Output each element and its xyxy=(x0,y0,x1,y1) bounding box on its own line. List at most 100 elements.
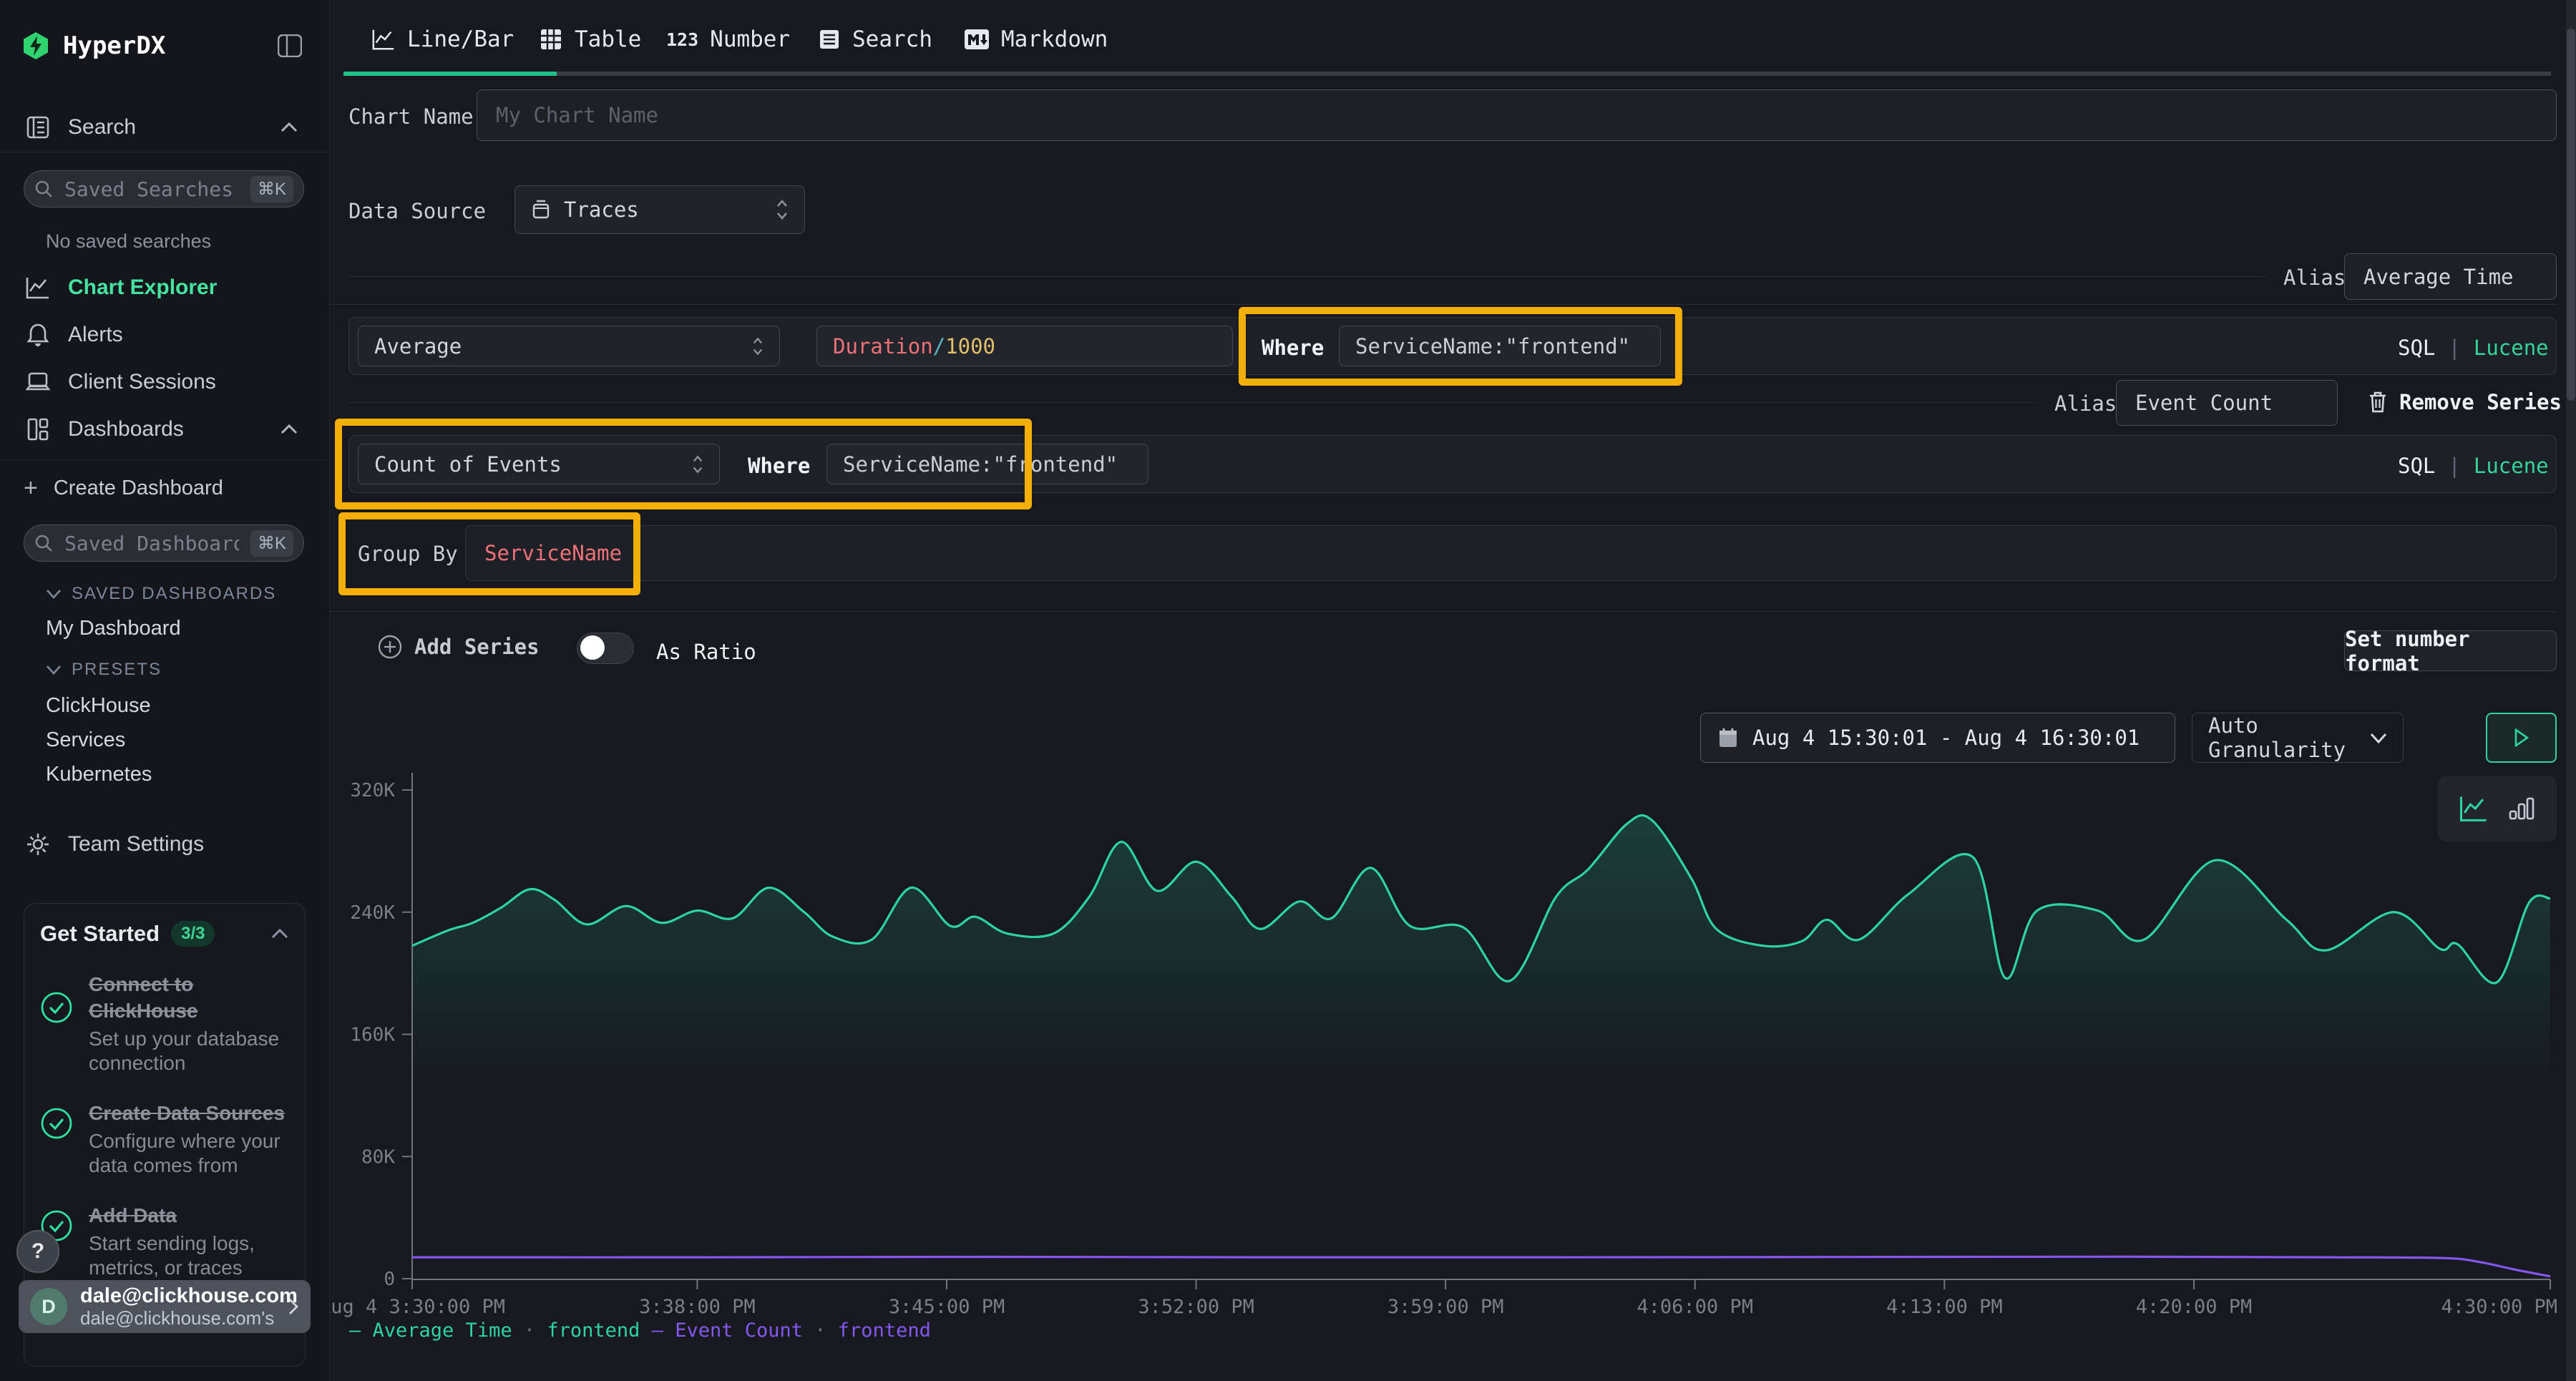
tab-line-bar[interactable]: Line/Bar xyxy=(371,21,514,57)
sql-option[interactable]: SQL xyxy=(2398,336,2435,360)
presets-group[interactable]: PRESETS xyxy=(46,660,162,680)
sql-option[interactable]: SQL xyxy=(2398,454,2435,478)
active-tab-indicator xyxy=(343,72,557,76)
laptop-icon xyxy=(24,371,52,394)
tab-label: Search xyxy=(852,26,932,52)
tab-table[interactable]: Table xyxy=(539,21,641,57)
where-value: ServiceName:"frontend" xyxy=(1355,334,1630,358)
trash-icon xyxy=(2368,391,2388,414)
svg-text:4:20:00 PM: 4:20:00 PM xyxy=(2136,1296,2253,1318)
collapse-sidebar-icon[interactable] xyxy=(278,34,302,57)
svg-text:3:38:00 PM: 3:38:00 PM xyxy=(639,1296,756,1318)
svg-text:0: 0 xyxy=(384,1269,395,1290)
alias-input-2[interactable] xyxy=(2134,390,2320,416)
alias-input-2-wrap xyxy=(2116,380,2338,426)
dashboards-icon xyxy=(24,417,52,441)
step-title: Add Data xyxy=(89,1202,296,1229)
set-number-format-button[interactable]: Set number format xyxy=(2344,630,2557,671)
saved-searches-input[interactable]: ⌘K xyxy=(24,170,304,208)
step-desc: Configure where your data comes from xyxy=(89,1129,296,1178)
lucene-option[interactable]: Lucene xyxy=(2474,336,2549,360)
divider: | xyxy=(2448,454,2460,478)
chevron-up-icon[interactable] xyxy=(280,122,298,133)
sidebar-section-search[interactable]: Search xyxy=(24,107,306,147)
series-2-where-label: Where xyxy=(748,454,810,478)
series-2-where-input[interactable]: ServiceName:"frontend" xyxy=(826,444,1148,484)
get-started-step[interactable]: Add Data Start sending logs, metrics, or… xyxy=(40,1202,289,1280)
chevron-down-icon xyxy=(46,589,62,599)
group-label: PRESETS xyxy=(72,660,162,680)
get-started-title: Get Started xyxy=(40,921,160,947)
svg-text:3:59:00 PM: 3:59:00 PM xyxy=(1387,1296,1504,1318)
alias-label-1: Alias xyxy=(2283,265,2346,290)
series-1-where-input[interactable]: ServiceName:"frontend" xyxy=(1339,326,1661,366)
svg-text:80K: 80K xyxy=(361,1146,395,1168)
data-source-select[interactable]: Traces xyxy=(514,185,805,234)
svg-text:3:52:00 PM: 3:52:00 PM xyxy=(1138,1296,1254,1318)
series-1-field-input[interactable]: Duration/1000 xyxy=(816,326,1233,366)
saved-searches-field[interactable] xyxy=(63,177,240,202)
lucene-option[interactable]: Lucene xyxy=(2474,454,2549,478)
sidebar-item-label: Alerts xyxy=(68,323,123,347)
remove-series-button[interactable]: Remove Series xyxy=(2368,390,2562,414)
sidebar-item-dashboards[interactable]: Dashboards xyxy=(24,409,306,449)
group-by-input[interactable]: ServiceName xyxy=(465,525,2557,581)
search-list-icon xyxy=(818,28,841,51)
logo[interactable]: HyperDX xyxy=(21,31,165,60)
tab-markdown[interactable]: Markdown xyxy=(964,21,1108,57)
user-menu[interactable]: D dale@clickhouse.com dale@clickhouse.co… xyxy=(19,1280,311,1333)
chevron-down-icon xyxy=(2370,733,2387,743)
series-2-aggregation-select[interactable]: Count of Events xyxy=(358,444,720,484)
saved-dashboards-group[interactable]: SAVED DASHBOARDS xyxy=(46,584,276,604)
get-started-step[interactable]: Create Data Sources Configure where your… xyxy=(40,1100,289,1178)
get-started-step[interactable]: Connect to ClickHouse Set up your databa… xyxy=(40,971,289,1075)
chevron-down-icon xyxy=(46,665,62,675)
tab-label: Table xyxy=(575,26,641,52)
as-ratio-toggle[interactable] xyxy=(577,633,634,664)
timeseries-chart[interactable]: 080K160K240K320KAug 4 3:30:00 PM3:38:00 … xyxy=(330,744,2567,1381)
sidebar-item-label: Chart Explorer xyxy=(68,275,217,300)
app-title: HyperDX xyxy=(63,31,165,60)
step-title: Connect to ClickHouse xyxy=(89,971,268,1024)
svg-text:3:45:00 PM: 3:45:00 PM xyxy=(889,1296,1005,1318)
sidebar-item-alerts[interactable]: Alerts xyxy=(24,315,306,355)
tab-search[interactable]: Search xyxy=(818,21,932,57)
number-icon: 123 xyxy=(666,29,698,50)
sidebar-item-client-sessions[interactable]: Client Sessions xyxy=(24,362,306,402)
chevron-right-icon xyxy=(288,1297,299,1316)
aggregation-value: Average xyxy=(374,334,752,358)
data-source-value: Traces xyxy=(564,197,776,222)
chevron-up-icon[interactable] xyxy=(270,928,289,940)
tab-number[interactable]: 123 Number xyxy=(666,21,790,57)
toggle-knob xyxy=(580,635,605,660)
svg-text:4:13:00 PM: 4:13:00 PM xyxy=(1886,1296,2003,1318)
alias-input-1[interactable] xyxy=(2362,264,2539,290)
svg-text:160K: 160K xyxy=(350,1025,395,1046)
check-circle-icon xyxy=(40,991,73,1024)
help-button[interactable]: ? xyxy=(16,1230,59,1273)
add-series-button[interactable]: Add Series xyxy=(377,634,540,660)
sidebar-item-team-settings[interactable]: Team Settings xyxy=(24,824,306,864)
chart-name-input[interactable] xyxy=(494,102,2539,128)
sidebar-item-my-dashboard[interactable]: My Dashboard xyxy=(46,617,181,640)
hyperdx-logo-icon xyxy=(21,31,50,60)
svg-text:4:06:00 PM: 4:06:00 PM xyxy=(1637,1296,1754,1318)
as-ratio-label: As Ratio xyxy=(656,640,756,664)
sidebar-item-kubernetes[interactable]: Kubernetes xyxy=(46,763,152,786)
sidebar-item-clickhouse[interactable]: ClickHouse xyxy=(46,694,151,718)
alias-input-1-wrap xyxy=(2344,253,2557,300)
saved-dashboards-field[interactable] xyxy=(63,531,240,556)
saved-dashboards-input[interactable]: ⌘K xyxy=(24,524,304,562)
svg-text:Aug 4 3:30:00 PM: Aug 4 3:30:00 PM xyxy=(330,1296,505,1318)
chart-type-tabs: Line/Bar Table 123 Number Search Markdow… xyxy=(330,0,2576,76)
sidebar-item-services[interactable]: Services xyxy=(46,728,125,752)
tab-track xyxy=(343,72,2551,76)
team-settings-label: Team Settings xyxy=(68,832,204,857)
database-icon xyxy=(531,199,551,220)
chevron-up-icon[interactable] xyxy=(280,424,298,435)
remove-series-label: Remove Series xyxy=(2399,390,2562,414)
sidebar-item-chart-explorer[interactable]: Chart Explorer xyxy=(24,268,306,308)
create-dashboard-button[interactable]: + Create Dashboard xyxy=(24,468,306,508)
scrollbar-thumb[interactable] xyxy=(2567,29,2575,401)
series-1-aggregation-select[interactable]: Average xyxy=(358,326,780,366)
